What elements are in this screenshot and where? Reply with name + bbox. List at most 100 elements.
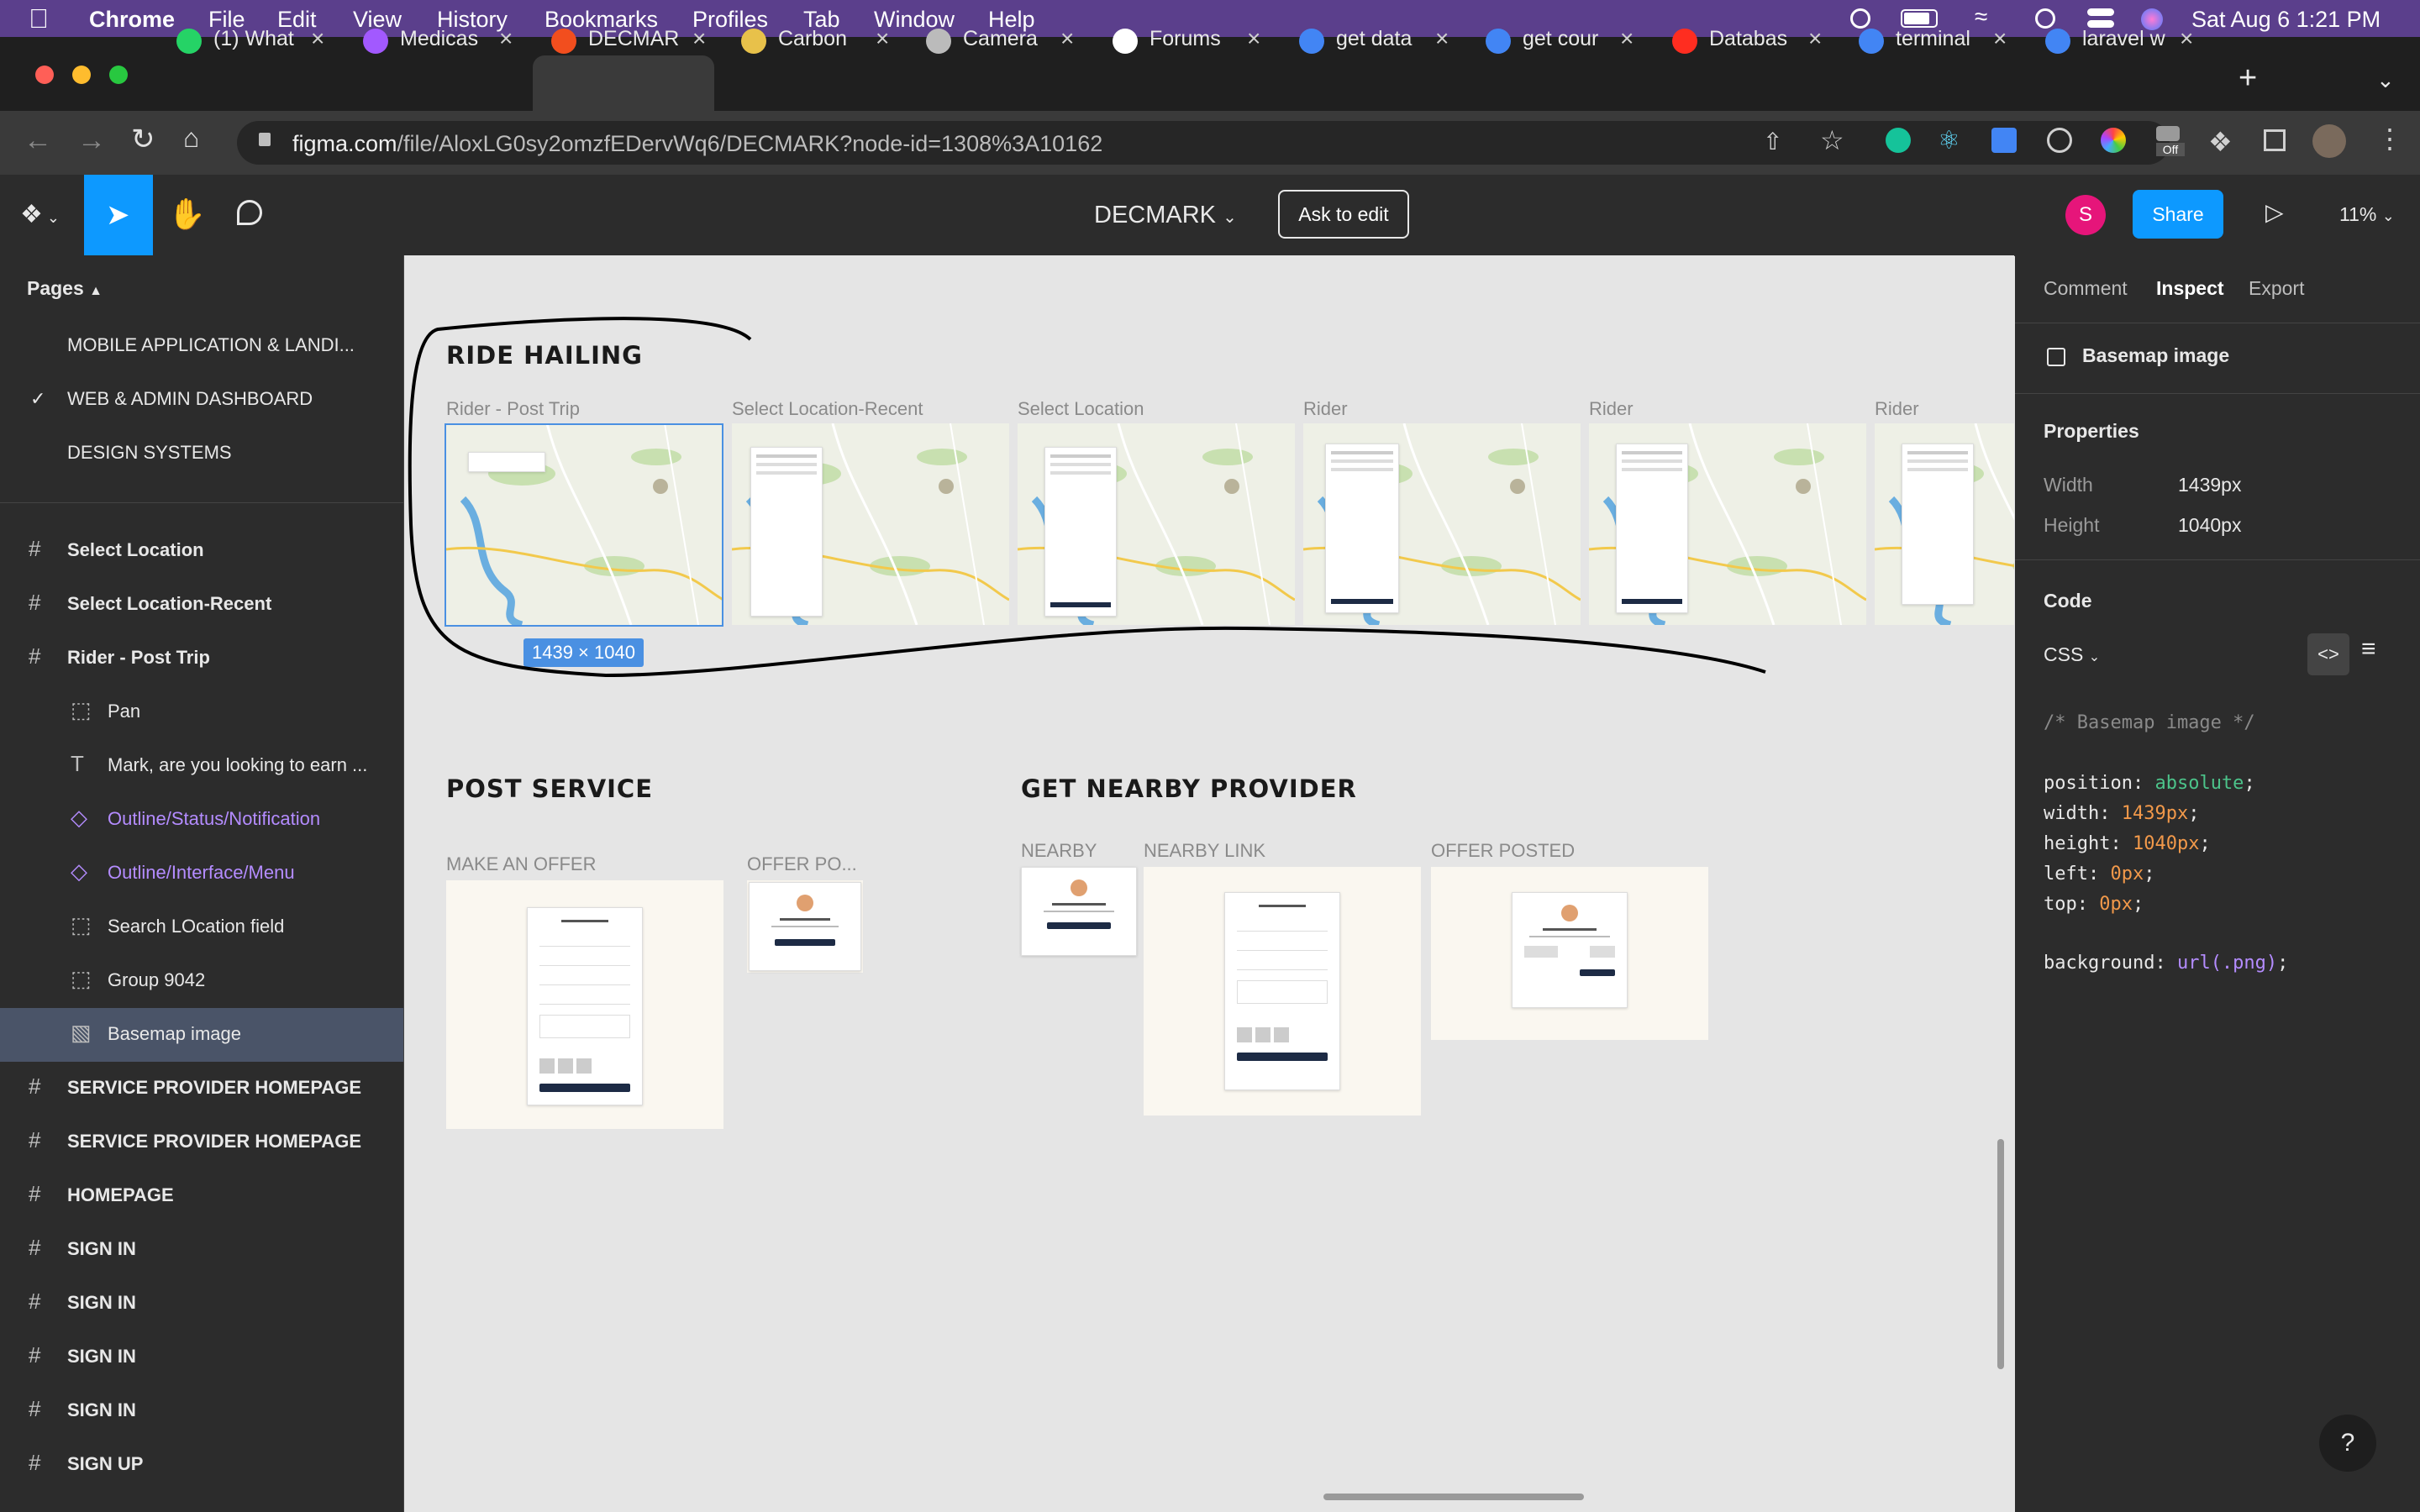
frame-label-nearby-link[interactable]: NEARBY LINK: [1144, 840, 1265, 862]
bookmark-star-icon[interactable]: ☆: [1820, 124, 1844, 156]
canvas-vertical-scrollbar[interactable]: [1997, 1139, 2004, 1369]
reload-icon[interactable]: ↻: [131, 123, 155, 156]
width-value[interactable]: 1439px: [2178, 474, 2241, 496]
target-extension-icon[interactable]: [2047, 128, 2072, 153]
layer-row[interactable]: T Mark, are you looking to earn ...: [0, 739, 403, 793]
layer-row[interactable]: ⬚ Search LOcation field: [0, 900, 403, 954]
comment-tool-icon[interactable]: [237, 200, 262, 225]
apple-icon[interactable]: : [29, 3, 49, 34]
css-line[interactable]: height: 1040px;: [2044, 833, 2211, 854]
canvas-horizontal-scrollbar[interactable]: [1323, 1494, 1584, 1500]
home-icon[interactable]: ⌂: [183, 123, 199, 154]
help-icon[interactable]: ?: [2319, 1415, 2376, 1472]
figma-menu-icon[interactable]: ❖ ⌄: [20, 200, 60, 229]
tab-close-icon[interactable]: ×: [2180, 25, 2193, 52]
layer-row[interactable]: # SIGN IN: [0, 1331, 403, 1384]
frame-label-nearby[interactable]: NEARBY: [1021, 840, 1097, 862]
list-view-icon[interactable]: ≡: [2361, 635, 2376, 664]
tab-close-icon[interactable]: ×: [1808, 25, 1822, 52]
figma-canvas[interactable]: RIDE HAILING Rider - Post Trip Select Loc…: [404, 255, 2014, 1512]
url-text[interactable]: figma.com/file/AloxLG0sy2omzfEDervWq6/DE…: [292, 131, 1102, 157]
layer-row[interactable]: # SIGN IN: [0, 1277, 403, 1331]
language-dropdown[interactable]: CSS ⌄: [2044, 643, 2100, 666]
tab-close-icon[interactable]: ×: [1993, 25, 2007, 52]
css-line[interactable]: width: 1439px;: [2044, 803, 2199, 824]
layer-row[interactable]: # Rider - Post Trip: [0, 632, 403, 685]
present-play-icon[interactable]: ▷: [2265, 198, 2284, 226]
window-zoom-button[interactable]: [109, 66, 128, 84]
layer-row[interactable]: # Select Location-Recent: [0, 578, 403, 632]
tab-close-icon[interactable]: ×: [311, 25, 324, 52]
user-avatar[interactable]: S: [2065, 195, 2106, 235]
browser-tab[interactable]: (1) What ×: [176, 15, 350, 69]
layer-row[interactable]: ▧ Basemap image: [0, 1008, 403, 1062]
css-line-background[interactable]: background: url(.png);: [2044, 953, 2288, 974]
lock-icon[interactable]: [259, 133, 271, 146]
extensions-puzzle-icon[interactable]: ❖: [2208, 126, 2233, 158]
layer-row[interactable]: ◇ Outline/Interface/Menu: [0, 847, 403, 900]
grammarly-icon[interactable]: [1886, 128, 1911, 153]
browser-tab[interactable]: Carbon ×: [741, 15, 914, 69]
frame-label-offer-posted-2[interactable]: OFFER POSTED: [1431, 840, 1575, 862]
tab-close-icon[interactable]: ×: [1620, 25, 1634, 52]
css-line[interactable]: left: 0px;: [2044, 864, 2154, 885]
browser-tab[interactable]: Camera ×: [926, 15, 1099, 69]
chrome-menu-icon[interactable]: ⋮: [2376, 123, 2403, 155]
zoom-level[interactable]: 11% ⌄: [2339, 203, 2395, 226]
frame-label-make-an-offer[interactable]: MAKE AN OFFER: [446, 853, 596, 875]
translate-extension-icon[interactable]: [1991, 128, 2017, 153]
browser-tab[interactable]: DECMAR ×: [551, 15, 724, 69]
menubar-datetime[interactable]: Sat Aug 6 1:21 PM: [2191, 7, 2381, 33]
frame-label-offer-posted[interactable]: OFFER PO...: [747, 853, 857, 875]
tab-close-icon[interactable]: ×: [1060, 25, 1074, 52]
color-picker-extension-icon[interactable]: [2101, 128, 2126, 153]
window-close-button[interactable]: [35, 66, 54, 84]
layer-row[interactable]: # Select Location: [0, 524, 403, 578]
forward-icon[interactable]: →: [77, 124, 106, 157]
tab-search-chevron-icon[interactable]: ⌄: [2376, 67, 2395, 93]
layer-row[interactable]: # HOMEPAGE: [0, 1169, 403, 1223]
address-bar[interactable]: figma.com/file/AloxLG0sy2omzfEDervWq6/DE…: [237, 121, 2170, 165]
hand-tool-icon[interactable]: ✋: [168, 197, 206, 232]
tab-close-icon[interactable]: ×: [876, 25, 889, 52]
layer-row[interactable]: # SIGN IN: [0, 1384, 403, 1438]
tab-export[interactable]: Export: [2249, 277, 2304, 300]
layer-row[interactable]: ⬚ Group 9042: [0, 954, 403, 1008]
css-line[interactable]: top: 0px;: [2044, 894, 2144, 915]
page-item[interactable]: MOBILE APPLICATION & LANDI...: [0, 319, 403, 373]
menu-app-name[interactable]: Chrome: [89, 7, 175, 33]
move-tool-button[interactable]: ➤: [84, 175, 153, 255]
browser-tab[interactable]: Forums ×: [1113, 15, 1286, 69]
browser-tab[interactable]: laravel w ×: [2045, 15, 2218, 69]
react-devtools-icon[interactable]: ⚛: [1938, 126, 1960, 155]
frame-nearby-link[interactable]: [1144, 867, 1421, 1116]
layer-row[interactable]: # SERVICE PROVIDER HOMEPAGE: [0, 1062, 403, 1116]
browser-tab[interactable]: Databas ×: [1672, 15, 1845, 69]
off-extension-icon[interactable]: Off: [2156, 126, 2185, 160]
code-view-icon[interactable]: <>: [2307, 633, 2349, 675]
frame-nearby[interactable]: [1021, 867, 1137, 956]
share-page-icon[interactable]: ⇧: [1763, 128, 1782, 155]
browser-tab[interactable]: get cour ×: [1486, 15, 1659, 69]
tab-close-icon[interactable]: ×: [1435, 25, 1449, 52]
layer-row[interactable]: # SERVICE PROVIDER HOMEPAGE: [0, 1116, 403, 1169]
layer-row[interactable]: # SIGN UP: [0, 1438, 403, 1492]
height-value[interactable]: 1040px: [2178, 514, 2241, 537]
reading-list-icon[interactable]: [2264, 129, 2286, 151]
back-icon[interactable]: ←: [24, 124, 52, 157]
tab-inspect[interactable]: Inspect: [2156, 277, 2224, 300]
profile-avatar[interactable]: [2312, 124, 2346, 158]
window-minimize-button[interactable]: [72, 66, 91, 84]
frame-make-an-offer[interactable]: [446, 880, 723, 1129]
frame-offer-posted[interactable]: [747, 880, 863, 973]
tab-comment[interactable]: Comment: [2044, 277, 2128, 300]
tab-close-icon[interactable]: ×: [499, 25, 513, 52]
browser-tab[interactable]: Medicas ×: [363, 15, 536, 69]
new-tab-icon[interactable]: +: [2238, 60, 2257, 97]
css-line[interactable]: position: absolute;: [2044, 773, 2255, 794]
tab-close-icon[interactable]: ×: [1247, 25, 1260, 52]
layer-row[interactable]: # SIGN IN: [0, 1223, 403, 1277]
share-button[interactable]: Share: [2133, 190, 2223, 239]
page-item[interactable]: DESIGN SYSTEMS: [0, 427, 403, 480]
layer-row[interactable]: ◇ Outline/Status/Notification: [0, 793, 403, 847]
